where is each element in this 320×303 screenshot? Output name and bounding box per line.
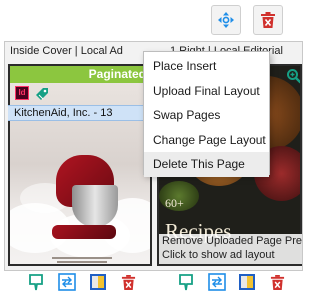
menu-item-place-insert[interactable]: Place Insert [144,54,269,79]
right-swap-button[interactable] [207,272,227,292]
left-layout-button[interactable] [88,272,108,292]
remove-preview-overlay[interactable]: Remove Uploaded Page Preview Click to sh… [159,234,302,264]
trash-icon [270,274,284,290]
layout-color-icon [90,274,106,290]
page-context-menu: Place Insert Upload Final Layout Swap Pa… [143,51,270,177]
right-delete-button[interactable] [267,272,287,292]
menu-item-delete-this-page[interactable]: Delete This Page [144,152,269,177]
ad-name-label: KitchenAid, Inc. - 13 [8,105,152,121]
left-delete-button[interactable] [118,272,138,292]
trash-icon [121,274,135,290]
menu-item-change-page-layout[interactable]: Change Page Layout [144,128,269,153]
menu-item-swap-pages[interactable]: Swap Pages [144,103,269,128]
swap-icon [58,273,76,291]
comment-icon [179,274,193,291]
left-swap-button[interactable] [57,272,77,292]
tag-icon[interactable] [34,86,50,102]
right-comment-button[interactable] [176,272,196,292]
delete-spread-button[interactable] [253,5,283,35]
move-arrows-icon [218,12,234,28]
zoom-icon[interactable] [286,68,302,84]
left-comment-button[interactable] [26,272,46,292]
move-page-button[interactable] [211,5,241,35]
left-page-label: Inside Cover | Local Ad [10,45,123,57]
left-page-thumbnail[interactable]: Paginated Id [8,64,152,266]
swap-icon [208,273,226,291]
indesign-file-icon[interactable]: Id [15,86,29,100]
trash-icon [261,12,275,28]
cover-line-1: 60+ [165,196,184,210]
page-actions-row [0,272,304,294]
menu-item-upload-final-layout[interactable]: Upload Final Layout [144,79,269,104]
right-layout-button[interactable] [237,272,257,292]
comment-icon [29,274,43,291]
remove-preview-link[interactable]: Remove Uploaded Page Preview [162,234,302,248]
show-ad-layout-link[interactable]: Click to show ad layout [162,248,302,262]
paginated-status-bar: Paginated [10,66,150,83]
layout-color-icon [239,274,255,290]
